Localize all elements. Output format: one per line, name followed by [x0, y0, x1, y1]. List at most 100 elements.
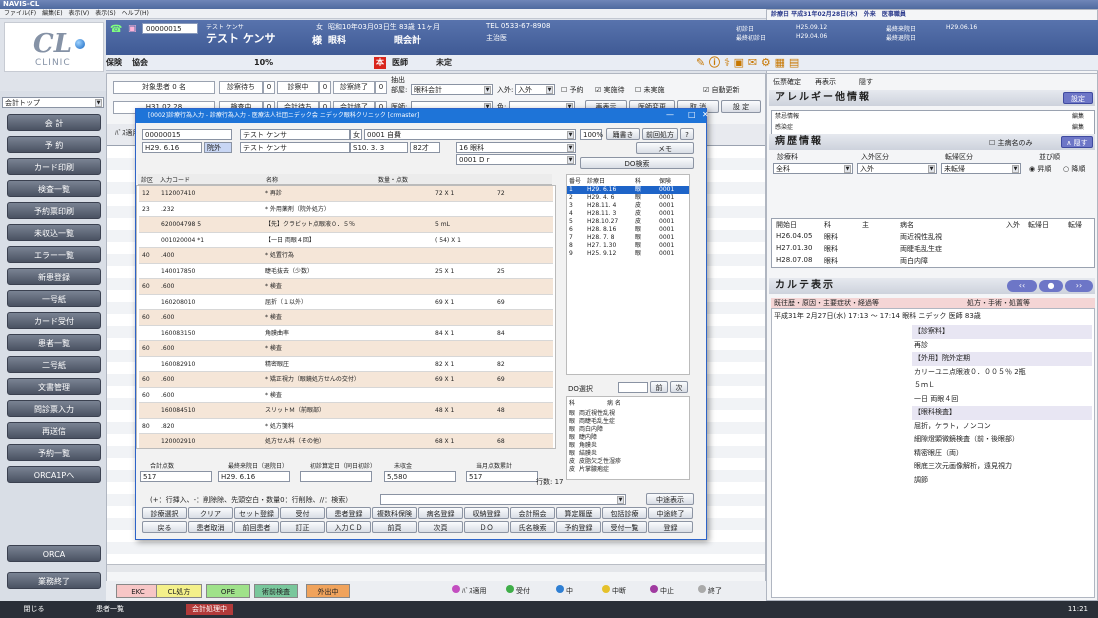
dialog-button-r1[interactable]: 診療選択	[142, 507, 187, 519]
menu-display[interactable]: 表示(S)	[95, 10, 116, 17]
dialog-button-r1[interactable]: セット登録	[234, 507, 279, 519]
dialog-search-input[interactable]: ▼	[380, 494, 626, 505]
dialog-button-r2[interactable]: 前頁	[372, 521, 417, 533]
filter-dept-select[interactable]: 全科 ▼	[773, 163, 853, 174]
karte-next-icon[interactable]: ››	[1065, 280, 1093, 292]
karte-current-icon[interactable]: ●	[1039, 280, 1063, 292]
dialog-rewrite-button[interactable]: 踊書き	[606, 128, 640, 140]
dialog-doctor-select[interactable]: 0001 D r ▼	[456, 154, 576, 165]
sidebar-item-13[interactable]: 問診票入力	[7, 400, 101, 417]
sidebar-item-14[interactable]: 再送信	[7, 422, 101, 439]
dialog-button-r2[interactable]: 予約登録	[556, 521, 601, 533]
menu-view[interactable]: 表示(V)	[68, 10, 89, 17]
dialog-order-row[interactable]: 40 .400 * 処置行為	[139, 248, 553, 264]
tool-hide[interactable]: 隠す	[859, 77, 873, 87]
sidebar-item-6[interactable]: エラー一覧	[7, 246, 101, 263]
patient-id-field[interactable]: 00000015	[142, 23, 198, 34]
allergy-edit-button[interactable]: 編集	[1072, 122, 1084, 131]
sidebar-item-11[interactable]: 二号紙	[7, 356, 101, 373]
toolbar-icons[interactable]: ✎ ⓘ ⚕ ▣ ✉ ⚙ ▦ ▤	[696, 55, 799, 71]
history-row[interactable]: 1 H29. 6.16 眼 0001	[567, 186, 689, 194]
disease-name[interactable]: 片掌膿疱症	[579, 464, 609, 473]
dialog-button-r2[interactable]: 前回患者	[234, 521, 279, 533]
dialog-button-r1[interactable]: クリア	[188, 507, 233, 519]
dialog-order-row[interactable]: 140017850 睫毛抜去（少数） 25 X 1 25	[139, 263, 553, 279]
dialog-order-row[interactable]: 12 112007410 * 再診 72 X 1 72	[139, 186, 553, 202]
minimize-icon[interactable]: —	[666, 110, 674, 119]
dialog-order-row[interactable]: 23 .232 * 外用薬剤（院外処方）	[139, 201, 553, 217]
dialog-button-r1[interactable]: 算定履歴	[556, 507, 601, 519]
dialog-history-list[interactable]: 番号 診療日 科 保険 1 H29. 6.16 眼 0001 2 H29. 4. 6 眼 0001 3 H…	[566, 174, 690, 375]
tool-confirm[interactable]: 伝票確定	[773, 77, 801, 87]
history-hide-button[interactable]: ∧ 隠す	[1061, 136, 1093, 148]
settings-button[interactable]: 設 定	[721, 100, 761, 113]
dept-filter-select[interactable]: 眼科会計 ▼	[411, 84, 493, 95]
dialog-button-r2[interactable]: 登録	[648, 521, 693, 533]
check-not-done[interactable]: ☐ 未実施	[635, 85, 665, 95]
dialog-do-search-button[interactable]: DO検索	[580, 157, 694, 169]
phone-icon[interactable]: ☎	[110, 24, 122, 35]
allergy-settings-button[interactable]: 設定	[1063, 92, 1093, 104]
maximize-icon[interactable]: □	[688, 110, 696, 119]
karte-prev-icon[interactable]: ‹‹	[1007, 280, 1037, 292]
filter-outcome-select[interactable]: 未転帰 ▼	[941, 163, 1021, 174]
sidebar-item-10[interactable]: 患者一覧	[7, 334, 101, 351]
menu-file[interactable]: ファイル(F)	[4, 10, 36, 17]
mid-display-button[interactable]: 中途表示	[646, 493, 694, 505]
dialog-prev-rx-button[interactable]: 前回処方	[642, 128, 678, 140]
close-icon[interactable]: ✕	[702, 110, 709, 119]
dialog-date[interactable]: H29. 6.16	[142, 142, 202, 153]
taskbar-tab-patients[interactable]: 患者一覧	[96, 601, 124, 618]
dialog-button-r2[interactable]: ＤＯ	[464, 521, 509, 533]
dialog-order-row[interactable]: 60 .600 * 検査	[139, 387, 553, 403]
chevron-down-icon[interactable]: ▼	[567, 144, 574, 152]
sidebar-item-4[interactable]: 予約票印刷	[7, 202, 101, 219]
dialog-button-r1[interactable]: 受付	[280, 507, 325, 519]
history-row[interactable]: 2 H29. 4. 6 眼 0001	[567, 194, 689, 202]
sidebar-item-3[interactable]: 検査一覧	[7, 180, 101, 197]
do-next-button[interactable]: 次	[670, 381, 688, 393]
sidebar-item-1[interactable]: 予 約	[7, 136, 101, 153]
dialog-order-row[interactable]: 80 .820 * 処方箋料	[139, 418, 553, 434]
menu-help[interactable]: ヘルプ(H)	[122, 10, 149, 17]
do-select-field[interactable]	[618, 382, 648, 393]
dialog-button-r2[interactable]: 氏名検索	[510, 521, 555, 533]
chevron-down-icon[interactable]: ▼	[484, 86, 491, 94]
chevron-down-icon[interactable]: ▼	[928, 165, 935, 173]
dialog-order-row[interactable]: 001020004 *1 【一日 両眼４回】 ( 54) X 1	[139, 232, 553, 248]
sidebar-item-2[interactable]: カード印刷	[7, 158, 101, 175]
dialog-disease-list[interactable]: 科病 名眼両近視性乱視眼両睫毛乱生症眼両白内障眼睫内障眼角膜炎眼結膜炎皮皮脂欠乏…	[566, 396, 690, 480]
tool-redisplay[interactable]: 再表示	[815, 77, 836, 87]
sort-asc-radio[interactable]: ◉ 昇順	[1029, 164, 1051, 174]
dialog-patient-id[interactable]: 00000015	[142, 129, 232, 140]
dialog-order-row[interactable]: 160208010 屈折（１以外） 69 X 1 69	[139, 294, 553, 310]
chevron-down-icon[interactable]: ▼	[546, 86, 553, 94]
sidebar-item-9[interactable]: カード受付	[7, 312, 101, 329]
sidebar-combo[interactable]: 会計トップ ▼	[2, 97, 104, 108]
close-app-button[interactable]: 閉じる	[14, 601, 54, 618]
sort-desc-radio[interactable]: ○ 降順	[1063, 164, 1085, 174]
sidebar-item-7[interactable]: 新患登録	[7, 268, 101, 285]
sidebar-item-16[interactable]: ORCA1Pへ	[7, 466, 101, 483]
dialog-outin[interactable]: 院外	[204, 142, 232, 153]
do-prev-button[interactable]: 前	[650, 381, 668, 393]
history-row[interactable]: 5 H28.10.27 皮 0001	[567, 218, 689, 226]
chevron-down-icon[interactable]: ▼	[95, 99, 102, 107]
dialog-order-row[interactable]: 60 .600 * 検査	[139, 279, 553, 295]
dialog-button-r1[interactable]: 患者登録	[326, 507, 371, 519]
inout-filter-select[interactable]: 入外 ▼	[515, 84, 555, 95]
check-auto-refresh[interactable]: ☑ 自動更新	[703, 85, 740, 95]
sidebar-item-17[interactable]: ORCA	[7, 545, 101, 562]
dialog-button-r2[interactable]: 受付一覧	[602, 521, 647, 533]
dialog-order-rows[interactable]: 12 112007410 * 再診 72 X 1 72 23 .232 * 外用薬剤（院外処方…	[136, 185, 556, 449]
menu-edit[interactable]: 編集(E)	[42, 10, 62, 17]
dialog-order-row[interactable]: 60 .600 * 検査	[139, 341, 553, 357]
horizontal-scrollbar[interactable]	[107, 564, 765, 572]
dialog-insurance-select[interactable]: 0001 自費 ▼	[364, 129, 576, 140]
history-row[interactable]: 8 H27. 1.30 眼 0001	[567, 242, 689, 250]
karte-tab-treatment[interactable]: 処方・手術・処置等	[937, 298, 1095, 308]
dialog-order-row[interactable]: 60 .600 * 検査	[139, 310, 553, 326]
dialog-help-button[interactable]: ?	[680, 128, 694, 140]
sidebar-item-8[interactable]: 一号紙	[7, 290, 101, 307]
sidebar-item-18[interactable]: 業務終了	[7, 572, 101, 589]
